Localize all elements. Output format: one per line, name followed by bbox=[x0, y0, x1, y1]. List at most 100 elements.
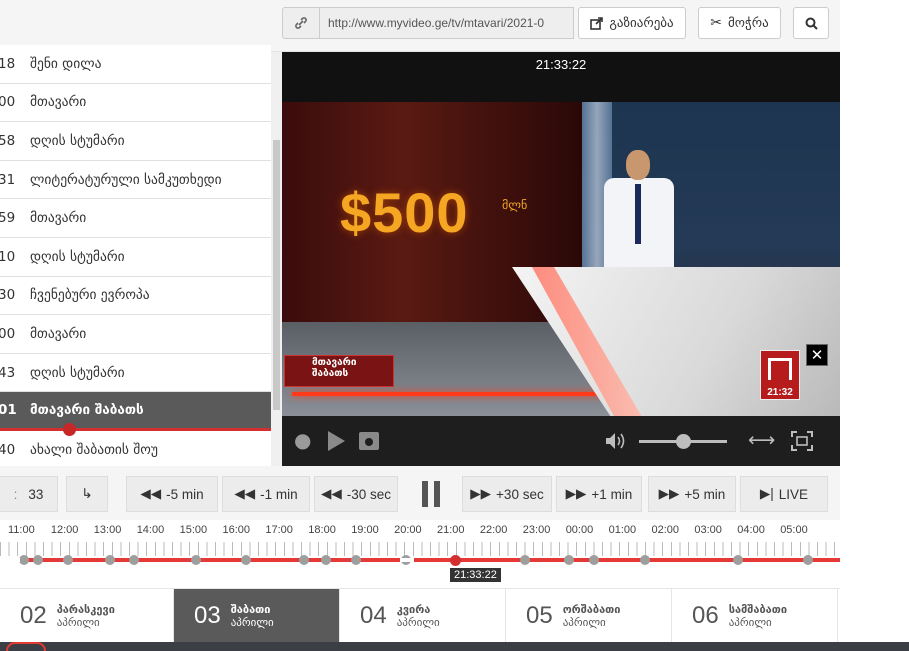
timeline-program-marker[interactable] bbox=[63, 555, 73, 565]
fwd-1min-button[interactable]: ▶▶ +1 min bbox=[556, 476, 642, 512]
timeline-program-marker[interactable] bbox=[299, 555, 309, 565]
timeline-track[interactable] bbox=[0, 558, 840, 562]
timeline-playhead[interactable] bbox=[450, 555, 461, 566]
link-button[interactable] bbox=[282, 7, 320, 39]
day-name: სამშაბათი bbox=[728, 603, 788, 616]
timeline-program-marker[interactable] bbox=[733, 555, 743, 565]
fwd-30sec-button[interactable]: ▶▶ +30 sec bbox=[462, 476, 552, 512]
live-label: LIVE bbox=[778, 486, 809, 502]
share-button[interactable]: გაზიარება bbox=[578, 7, 686, 39]
program-row[interactable]: 43 დღის სტუმარი bbox=[0, 354, 271, 393]
timeline-hour-label: 13:00 bbox=[93, 524, 122, 536]
fwd-5min-button[interactable]: ▶▶ +5 min bbox=[648, 476, 736, 512]
stretch-icon[interactable]: ⟷ bbox=[748, 429, 775, 451]
share-label: გაზიარება bbox=[609, 15, 674, 31]
step-separator: : bbox=[13, 486, 18, 502]
timeline-current-time: 21:33:22 bbox=[450, 568, 501, 582]
rewind-icon: ◀◀ bbox=[140, 486, 162, 501]
timeline-program-marker[interactable] bbox=[803, 555, 813, 565]
program-name: დღის სტუმარი bbox=[30, 132, 125, 149]
day-month: აპრილი bbox=[728, 616, 772, 629]
prize-suffix: მლნ bbox=[502, 198, 528, 212]
timeline-program-marker[interactable] bbox=[520, 555, 530, 565]
program-row[interactable]: 00 მთავარი bbox=[0, 84, 271, 123]
timeline-hour-label: 22:00 bbox=[479, 524, 508, 536]
step-value: 33 bbox=[28, 486, 44, 502]
pause-button[interactable] bbox=[414, 476, 448, 512]
play-icon[interactable] bbox=[326, 430, 346, 452]
timeline-hour-label: 16:00 bbox=[222, 524, 251, 536]
program-row[interactable]: 18 შენი დილა bbox=[0, 45, 271, 84]
close-overlay-button[interactable]: ✕ bbox=[806, 344, 828, 366]
program-row[interactable]: 00 მთავარი bbox=[0, 315, 271, 354]
timeline-hour-label: 02:00 bbox=[651, 524, 680, 536]
timeline-program-marker[interactable] bbox=[241, 555, 251, 565]
scrollbar-thumb[interactable] bbox=[273, 140, 280, 410]
day-number: 05 bbox=[526, 602, 553, 629]
scissors-icon: ✂ bbox=[710, 15, 722, 31]
timeline-program-marker[interactable] bbox=[105, 555, 115, 565]
host-head bbox=[626, 150, 650, 180]
day-name: შაბათი bbox=[230, 603, 271, 616]
program-time: 31 bbox=[0, 171, 16, 188]
chromecast-icon[interactable] bbox=[358, 431, 380, 451]
video-player[interactable]: 21:33:22 $500 მლნ მთავარი შაბათს 21:32 ✕… bbox=[282, 52, 840, 466]
program-time: 00 bbox=[0, 325, 16, 342]
time-step-field[interactable]: : 33 bbox=[0, 476, 58, 512]
day-tab[interactable]: 05 ორშაბათი აპრილი bbox=[506, 589, 672, 643]
jump-button[interactable]: ↳ bbox=[66, 476, 108, 512]
back-5min-button[interactable]: ◀◀ -5 min bbox=[126, 476, 218, 512]
search-button[interactable] bbox=[793, 7, 829, 39]
timeline-program-marker[interactable] bbox=[191, 555, 201, 565]
program-row[interactable]: 31 ლიტერატურული სამკუთხედი bbox=[0, 161, 271, 200]
timeline-hour-label: 00:00 bbox=[565, 524, 594, 536]
timeline-program-marker[interactable] bbox=[19, 555, 29, 565]
fwd-30sec-label: +30 sec bbox=[496, 486, 544, 502]
program-row[interactable]: 01 მთავარი შაბათს bbox=[0, 392, 271, 436]
program-time: 43 bbox=[0, 364, 16, 381]
back-30sec-button[interactable]: ◀◀ -30 sec bbox=[314, 476, 398, 512]
program-name: ახალი შაბათის შოუ bbox=[30, 441, 158, 458]
timeline-program-marker[interactable] bbox=[33, 555, 43, 565]
program-name: მთავარი bbox=[30, 94, 87, 111]
program-row[interactable]: 30 ჩვენებური ევროპა bbox=[0, 277, 271, 316]
timeline-hour-label: 01:00 bbox=[608, 524, 637, 536]
apple-icon[interactable]: ● bbox=[294, 428, 311, 452]
timeline-hour-label: 11:00 bbox=[8, 524, 35, 536]
timeline-program-marker[interactable] bbox=[321, 555, 331, 565]
back-1min-label: -1 min bbox=[260, 486, 298, 502]
volume-knob[interactable] bbox=[676, 434, 691, 449]
day-tab[interactable]: 02 პარასკევი აპრილი bbox=[0, 589, 174, 643]
program-row[interactable]: 59 მთავარი bbox=[0, 199, 271, 238]
day-tab[interactable]: 03 შაბათი აპრილი bbox=[174, 589, 340, 643]
timeline-program-marker[interactable] bbox=[640, 555, 650, 565]
program-row[interactable]: 40 ახალი შაბათის შოუ bbox=[0, 431, 271, 466]
live-button[interactable]: ▶| LIVE bbox=[740, 476, 828, 512]
day-month: აპრილი bbox=[230, 616, 274, 629]
program-time: 40 bbox=[0, 441, 16, 458]
cut-button[interactable]: ✂ მოჭრა bbox=[698, 7, 781, 39]
volume-icon[interactable] bbox=[604, 431, 626, 451]
program-list-scrollbar[interactable] bbox=[271, 52, 282, 466]
day-number: 02 bbox=[20, 602, 47, 629]
day-month: აპრილი bbox=[56, 616, 100, 629]
live-icon: ▶| bbox=[759, 486, 774, 501]
link-icon bbox=[295, 17, 307, 29]
back-1min-button[interactable]: ◀◀ -1 min bbox=[222, 476, 310, 512]
timeline-program-marker[interactable] bbox=[129, 555, 139, 565]
fullscreen-icon[interactable] bbox=[791, 431, 813, 451]
logo-mark bbox=[768, 358, 792, 380]
url-input[interactable] bbox=[320, 7, 574, 39]
program-time: 01 bbox=[0, 402, 17, 419]
day-tab[interactable]: 06 სამშაბათი აპრილი bbox=[672, 589, 838, 643]
timeline-program-marker[interactable] bbox=[351, 555, 361, 565]
program-row[interactable]: 58 დღის სტუმარი bbox=[0, 122, 271, 161]
timeline[interactable]: 21:33:22 11:00 12:00 13:00 14:00 15:00 16:00 1… bbox=[0, 520, 840, 588]
forward-icon: ▶▶ bbox=[470, 486, 492, 501]
timeline-program-marker[interactable] bbox=[564, 555, 574, 565]
back-5min-label: -5 min bbox=[166, 486, 204, 502]
rewind-icon: ◀◀ bbox=[320, 486, 342, 501]
program-row[interactable]: 10 დღის სტუმარი bbox=[0, 238, 271, 277]
day-tab[interactable]: 04 კვირა აპრილი bbox=[340, 589, 506, 643]
timeline-program-marker[interactable] bbox=[589, 555, 599, 565]
